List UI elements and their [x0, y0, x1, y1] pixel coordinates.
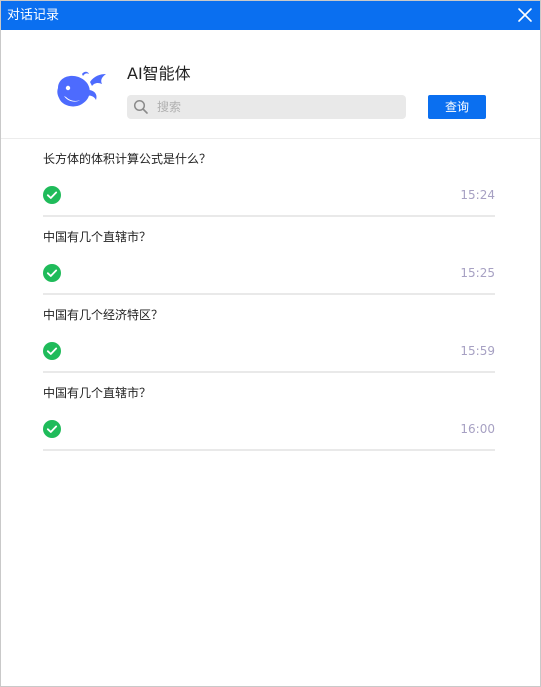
- list-item[interactable]: 长方体的体积计算公式是什么？ 15:24: [43, 139, 495, 217]
- check-circle-icon: [43, 186, 61, 204]
- query-button[interactable]: 查询: [428, 95, 486, 119]
- check-circle-icon: [43, 342, 61, 360]
- agent-logo: [52, 68, 110, 114]
- conversation-list: 长方体的体积计算公式是什么？ 15:24 中国有几个直辖市？ 15:25 中国有…: [43, 139, 495, 451]
- record-question: 长方体的体积计算公式是什么？: [43, 152, 212, 166]
- list-item[interactable]: 中国有几个直辖市？ 15:25: [43, 217, 495, 295]
- record-question: 中国有几个直辖市？: [43, 386, 152, 400]
- check-circle-icon: [43, 264, 61, 282]
- record-time: 15:24: [460, 188, 495, 202]
- record-time: 15:59: [460, 344, 495, 358]
- check-circle-icon: [43, 420, 61, 438]
- dialog-window: 对话记录 AI智能体 搜索 查询 长方体的体积计算公式是什么？ 15:24 中国…: [0, 0, 541, 687]
- window-title: 对话记录: [7, 8, 60, 23]
- record-question: 中国有几个直辖市？: [43, 230, 152, 244]
- list-item[interactable]: 中国有几个直辖市？ 16:00: [43, 373, 495, 451]
- close-icon: [518, 8, 532, 22]
- agent-header: AI智能体 查询: [1, 30, 540, 139]
- record-time: 16:00: [460, 422, 495, 436]
- close-button[interactable]: [516, 6, 534, 24]
- search-input[interactable]: [157, 97, 397, 117]
- whale-logo-icon: [57, 71, 106, 107]
- record-question: 中国有几个经济特区？: [43, 308, 164, 322]
- agent-name: AI智能体: [127, 64, 191, 83]
- search-box[interactable]: [127, 95, 406, 119]
- search-icon: [133, 99, 149, 115]
- record-time: 15:25: [460, 266, 495, 280]
- title-bar: 对话记录: [1, 1, 540, 30]
- list-item[interactable]: 中国有几个经济特区？ 15:59: [43, 295, 495, 373]
